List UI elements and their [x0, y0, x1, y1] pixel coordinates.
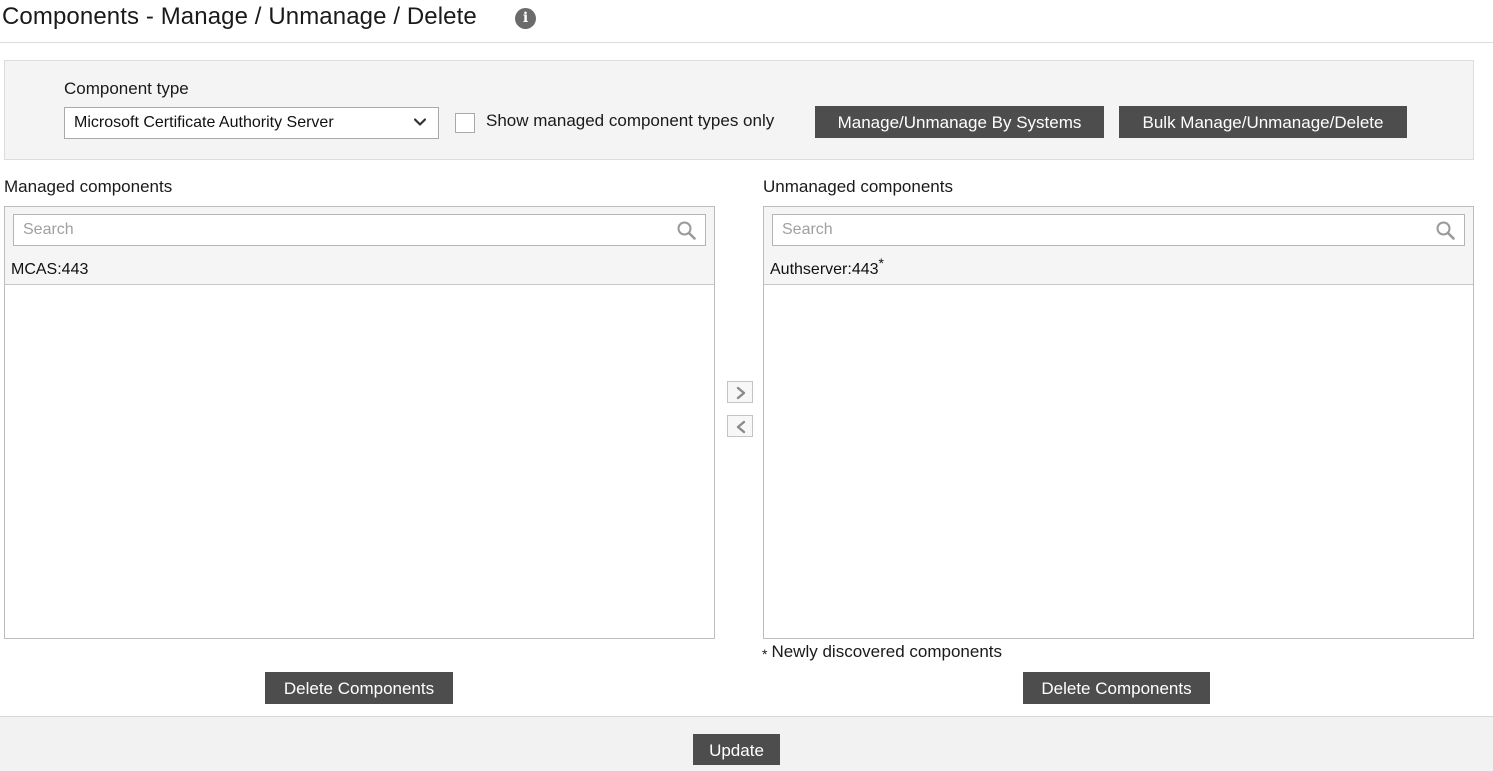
- chevron-left-icon: [736, 420, 746, 434]
- managed-components-list: Search MCAS:443: [4, 206, 715, 639]
- search-icon[interactable]: [1436, 221, 1455, 240]
- unmanaged-search-bar: Search: [764, 207, 1473, 254]
- component-type-label: Component type: [64, 79, 189, 98]
- page: Components - Manage / Unmanage / Delete …: [0, 0, 1493, 771]
- show-managed-only-checkbox[interactable]: [455, 113, 475, 133]
- unmanaged-components-heading: Unmanaged components: [763, 177, 953, 196]
- page-title: Components - Manage / Unmanage / Delete: [2, 3, 477, 30]
- note-marker: *: [762, 646, 768, 662]
- chevron-right-icon: [736, 386, 746, 400]
- chevron-down-icon: [414, 118, 426, 126]
- managed-search-placeholder: Search: [23, 221, 74, 238]
- title-bar: Components - Manage / Unmanage / Delete …: [0, 0, 1493, 43]
- bulk-manage-button[interactable]: Bulk Manage/Unmanage/Delete: [1119, 106, 1407, 138]
- delete-managed-components-button[interactable]: Delete Components: [265, 672, 453, 704]
- footer-bar: Update: [0, 716, 1493, 771]
- info-icon[interactable]: i: [515, 8, 536, 29]
- new-component-marker: *: [878, 255, 884, 271]
- show-managed-only-label[interactable]: Show managed component types only: [486, 111, 774, 131]
- delete-unmanaged-components-button[interactable]: Delete Components: [1023, 672, 1210, 704]
- unmanaged-item-name: Authserver:443: [770, 261, 879, 278]
- move-to-unmanaged-button[interactable]: [727, 381, 753, 403]
- filter-panel: Component type Microsoft Certificate Aut…: [4, 60, 1474, 160]
- unmanaged-item-label: Authserver:443*: [770, 255, 884, 279]
- move-to-managed-button[interactable]: [727, 415, 753, 437]
- unmanaged-components-list: Search Authserver:443*: [763, 206, 1474, 639]
- managed-components-heading: Managed components: [4, 177, 173, 196]
- component-type-value: Microsoft Certificate Authority Server: [74, 114, 334, 131]
- unmanaged-search-placeholder: Search: [782, 221, 833, 238]
- newly-discovered-note: * Newly discovered components: [762, 642, 1002, 662]
- note-text: Newly discovered components: [771, 642, 1003, 661]
- manage-by-systems-button[interactable]: Manage/Unmanage By Systems: [815, 106, 1104, 138]
- search-icon[interactable]: [677, 221, 696, 240]
- update-button[interactable]: Update: [693, 734, 780, 765]
- managed-search-input[interactable]: Search: [13, 214, 706, 246]
- unmanaged-search-input[interactable]: Search: [772, 214, 1465, 246]
- managed-item-name: MCAS:443: [11, 261, 89, 278]
- managed-list-item[interactable]: MCAS:443: [5, 254, 714, 285]
- component-type-select[interactable]: Microsoft Certificate Authority Server: [64, 107, 439, 139]
- managed-search-bar: Search: [5, 207, 714, 254]
- unmanaged-list-item[interactable]: Authserver:443*: [764, 254, 1473, 285]
